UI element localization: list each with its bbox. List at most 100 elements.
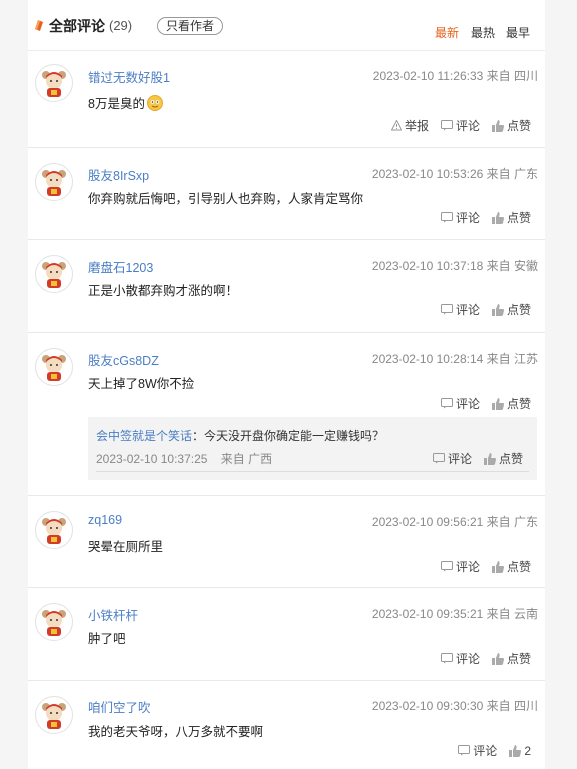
comment-actions: 评论 点赞 <box>440 650 531 667</box>
comment-bubble-icon <box>440 653 453 664</box>
like-button[interactable]: 点赞 <box>491 117 531 134</box>
thumbs-up-icon <box>509 744 522 757</box>
comment-item: 小铁杆杆 2023-02-10 09:35:21 来自 云南 肿了吧 评论 点赞 <box>28 587 545 681</box>
reply-button[interactable]: 评论 <box>440 650 480 667</box>
comment-text: 正是小散都弃购才涨的啊！ <box>88 284 239 298</box>
reply-label: 评论 <box>455 119 480 133</box>
comment-text: 哭晕在厕所里 <box>88 540 164 554</box>
comment-username[interactable]: zq169 <box>88 513 122 527</box>
like-label: 点赞 <box>498 452 523 466</box>
comment-text-body: 8万是臭的 <box>88 97 145 111</box>
avatar[interactable] <box>35 696 73 734</box>
comment-text: 天上掉了8W你不捡 <box>88 377 195 391</box>
reply-button[interactable]: 评论 <box>440 301 480 318</box>
comments-count: (29) <box>109 18 133 33</box>
reply-text: 会中签就是个笑话：今天没开盘你确定能一定赚钱吗？ <box>96 427 384 444</box>
comment-bubble-icon <box>440 561 453 572</box>
thumbs-up-icon <box>483 452 496 465</box>
reply-actions: 评论 点赞 <box>432 450 523 467</box>
like-button[interactable]: 点赞 <box>491 558 531 575</box>
like-label: 点赞 <box>506 119 531 133</box>
comment-actions: 举报 评论 点赞 <box>390 117 531 134</box>
thumbs-up-icon <box>491 119 504 132</box>
comment-bubble-icon <box>440 212 453 223</box>
comment-bubble-icon <box>440 398 453 409</box>
reply-button[interactable]: 评论 <box>458 742 497 759</box>
comment-actions: 评论 点赞 <box>440 395 531 412</box>
comment-item: 磨盘石1203 2023-02-10 10:37:18 来自 安徽 正是小散都弃… <box>28 239 545 333</box>
report-button[interactable]: 举报 <box>390 117 429 134</box>
like-label: 点赞 <box>506 397 531 411</box>
comment-meta: 2023-02-10 10:53:26 来自 广东 <box>371 167 538 181</box>
avatar[interactable] <box>35 255 73 293</box>
like-button[interactable]: 2 <box>509 742 531 759</box>
like-button[interactable]: 点赞 <box>491 650 531 667</box>
comment-text: 肿了吧 <box>88 632 126 646</box>
sort-newest-tab[interactable]: 最新 <box>435 24 459 41</box>
comment-actions: 评论 点赞 <box>440 558 531 575</box>
like-button[interactable]: 点赞 <box>491 301 531 318</box>
reply-meta: 2023-02-10 10:37:25 来自 广西 <box>96 452 273 466</box>
comment-bubble-icon <box>432 453 445 464</box>
like-button[interactable]: 点赞 <box>491 395 531 412</box>
reply-label: 评论 <box>447 452 472 466</box>
avatar[interactable] <box>35 511 73 549</box>
like-label: 点赞 <box>506 652 531 666</box>
divider <box>96 471 529 472</box>
comment-text: 8万是臭的 <box>88 93 163 112</box>
like-label: 点赞 <box>506 211 531 225</box>
smiley-emoji-icon <box>146 95 163 111</box>
comment-meta: 2023-02-10 09:35:21 来自 云南 <box>371 607 538 621</box>
comment-username[interactable]: 股友8IrSxp <box>88 165 149 184</box>
reply-button[interactable]: 评论 <box>440 209 480 226</box>
avatar[interactable] <box>35 348 73 386</box>
thumbs-up-icon <box>491 560 504 573</box>
comment-actions: 评论 2 <box>458 742 531 759</box>
report-label: 举报 <box>404 119 429 133</box>
like-button[interactable]: 点赞 <box>491 209 531 226</box>
reply-label: 评论 <box>455 211 480 225</box>
comment-username[interactable]: 股友cGs8DZ <box>88 350 159 369</box>
comment-meta: 2023-02-10 09:30:30 来自 四川 <box>371 699 538 713</box>
reply-username[interactable]: 会中签就是个笑话 <box>96 429 192 443</box>
thumbs-up-icon <box>491 652 504 665</box>
reply-box: 会中签就是个笑话：今天没开盘你确定能一定赚钱吗？ 2023-02-10 10:3… <box>88 417 537 480</box>
comment-text: 你弃购就后悔吧，引导别人也弃购，人家肯定骂你 <box>88 192 364 206</box>
comment-actions: 评论 点赞 <box>440 301 531 318</box>
comment-bubble-icon <box>458 745 471 756</box>
sort-hot-tab[interactable]: 最热 <box>471 24 495 41</box>
reply-button[interactable]: 评论 <box>440 395 480 412</box>
like-count: 2 <box>524 743 531 758</box>
comment-username[interactable]: 磨盘石1203 <box>88 257 153 276</box>
comment-username[interactable]: 咱们空了吹 <box>88 697 151 716</box>
avatar[interactable] <box>35 64 73 102</box>
flame-icon <box>35 20 43 31</box>
comment-username[interactable]: 错过无数好股1 <box>88 67 170 86</box>
sort-oldest-tab[interactable]: 最早 <box>506 24 530 41</box>
comment-meta: 2023-02-10 09:56:21 来自 广东 <box>371 515 538 529</box>
comment-item: 错过无数好股1 2023-02-10 11:26:33 来自 四川 8万是臭的 … <box>28 50 545 148</box>
reply-button[interactable]: 评论 <box>440 117 480 134</box>
comment-item: zq169 2023-02-10 09:56:21 来自 广东 哭晕在厕所里 评… <box>28 495 545 588</box>
comments-panel: 全部评论 (29) 只看作者 最新 最热 最早 错过无数好股1 2023-02-… <box>28 0 545 769</box>
avatar[interactable] <box>35 163 73 201</box>
warning-icon <box>390 120 402 131</box>
reply-like-button[interactable]: 点赞 <box>483 450 523 467</box>
comment-item: 股友8IrSxp 2023-02-10 10:53:26 来自 广东 你弃购就后… <box>28 147 545 240</box>
comment-meta: 2023-02-10 10:37:18 来自 安徽 <box>371 259 538 273</box>
reply-reply-button[interactable]: 评论 <box>432 450 472 467</box>
comment-username[interactable]: 小铁杆杆 <box>88 605 138 624</box>
avatar[interactable] <box>35 603 73 641</box>
like-label: 点赞 <box>506 560 531 574</box>
reply-label: 评论 <box>473 744 498 758</box>
reply-label: 评论 <box>455 652 480 666</box>
comments-title: 全部评论 <box>49 18 105 34</box>
thumbs-up-icon <box>491 303 504 316</box>
like-label: 点赞 <box>506 303 531 317</box>
comment-meta: 2023-02-10 10:28:14 来自 江苏 <box>371 352 538 366</box>
comment-actions: 评论 点赞 <box>440 209 531 226</box>
only-author-button[interactable]: 只看作者 <box>157 17 224 35</box>
reply-label: 评论 <box>455 303 480 317</box>
reply-button[interactable]: 评论 <box>440 558 480 575</box>
reply-label: 评论 <box>455 560 480 574</box>
